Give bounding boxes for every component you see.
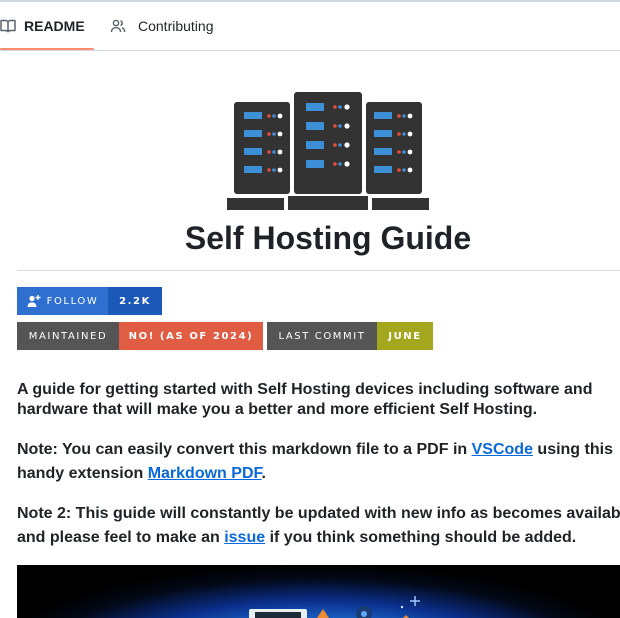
follow-badge-count: 2.2K bbox=[108, 287, 162, 315]
vscode-link[interactable]: VSCode bbox=[472, 441, 533, 458]
file-tabs: README Contributing bbox=[0, 2, 620, 51]
title-divider bbox=[17, 270, 620, 271]
sparkle-icon bbox=[410, 596, 420, 606]
tab-contributing[interactable]: Contributing bbox=[110, 2, 214, 50]
follow-badge[interactable]: FOLLOW 2.2K bbox=[17, 287, 162, 315]
people-icon bbox=[110, 18, 126, 34]
person-add-icon bbox=[27, 295, 41, 307]
markdown-pdf-link[interactable]: Markdown PDF bbox=[148, 465, 262, 482]
book-icon bbox=[0, 18, 16, 34]
note2-text-end: if you think something should be added. bbox=[265, 529, 577, 546]
note2-paragraph: Note 2: This guide will constantly be up… bbox=[17, 502, 620, 550]
note-text-end: . bbox=[261, 465, 266, 482]
maintained-badge-value: NO! (AS OF 2024) bbox=[119, 322, 263, 350]
server-rack-illustration bbox=[226, 92, 430, 212]
page-title: Self Hosting Guide bbox=[184, 220, 472, 256]
follow-badge-label: FOLLOW bbox=[46, 295, 99, 307]
note-paragraph: Note: You can easily convert this markdo… bbox=[17, 438, 620, 486]
tab-readme-label: README bbox=[24, 18, 85, 34]
gear-icon bbox=[356, 606, 372, 618]
issue-link[interactable]: issue bbox=[224, 529, 265, 546]
maintained-badge-label: MAINTAINED bbox=[17, 322, 119, 350]
intro-paragraph: A guide for getting started with Self Ho… bbox=[17, 381, 593, 418]
note-text-start: Note: You can easily convert this markdo… bbox=[17, 441, 472, 458]
tab-readme[interactable]: README bbox=[0, 2, 85, 50]
active-tab-indicator bbox=[0, 48, 94, 50]
banner-image bbox=[17, 565, 620, 618]
last-commit-badge-label: LAST COMMIT bbox=[267, 322, 377, 350]
follow-badge-label-wrap: FOLLOW bbox=[17, 287, 108, 315]
maintained-badge[interactable]: MAINTAINED NO! (AS OF 2024) bbox=[17, 322, 263, 350]
last-commit-badge-value: JUNE bbox=[377, 322, 433, 350]
shape-graphic bbox=[317, 609, 329, 618]
last-commit-badge[interactable]: LAST COMMIT JUNE bbox=[267, 322, 433, 350]
tab-contributing-label: Contributing bbox=[138, 18, 214, 34]
